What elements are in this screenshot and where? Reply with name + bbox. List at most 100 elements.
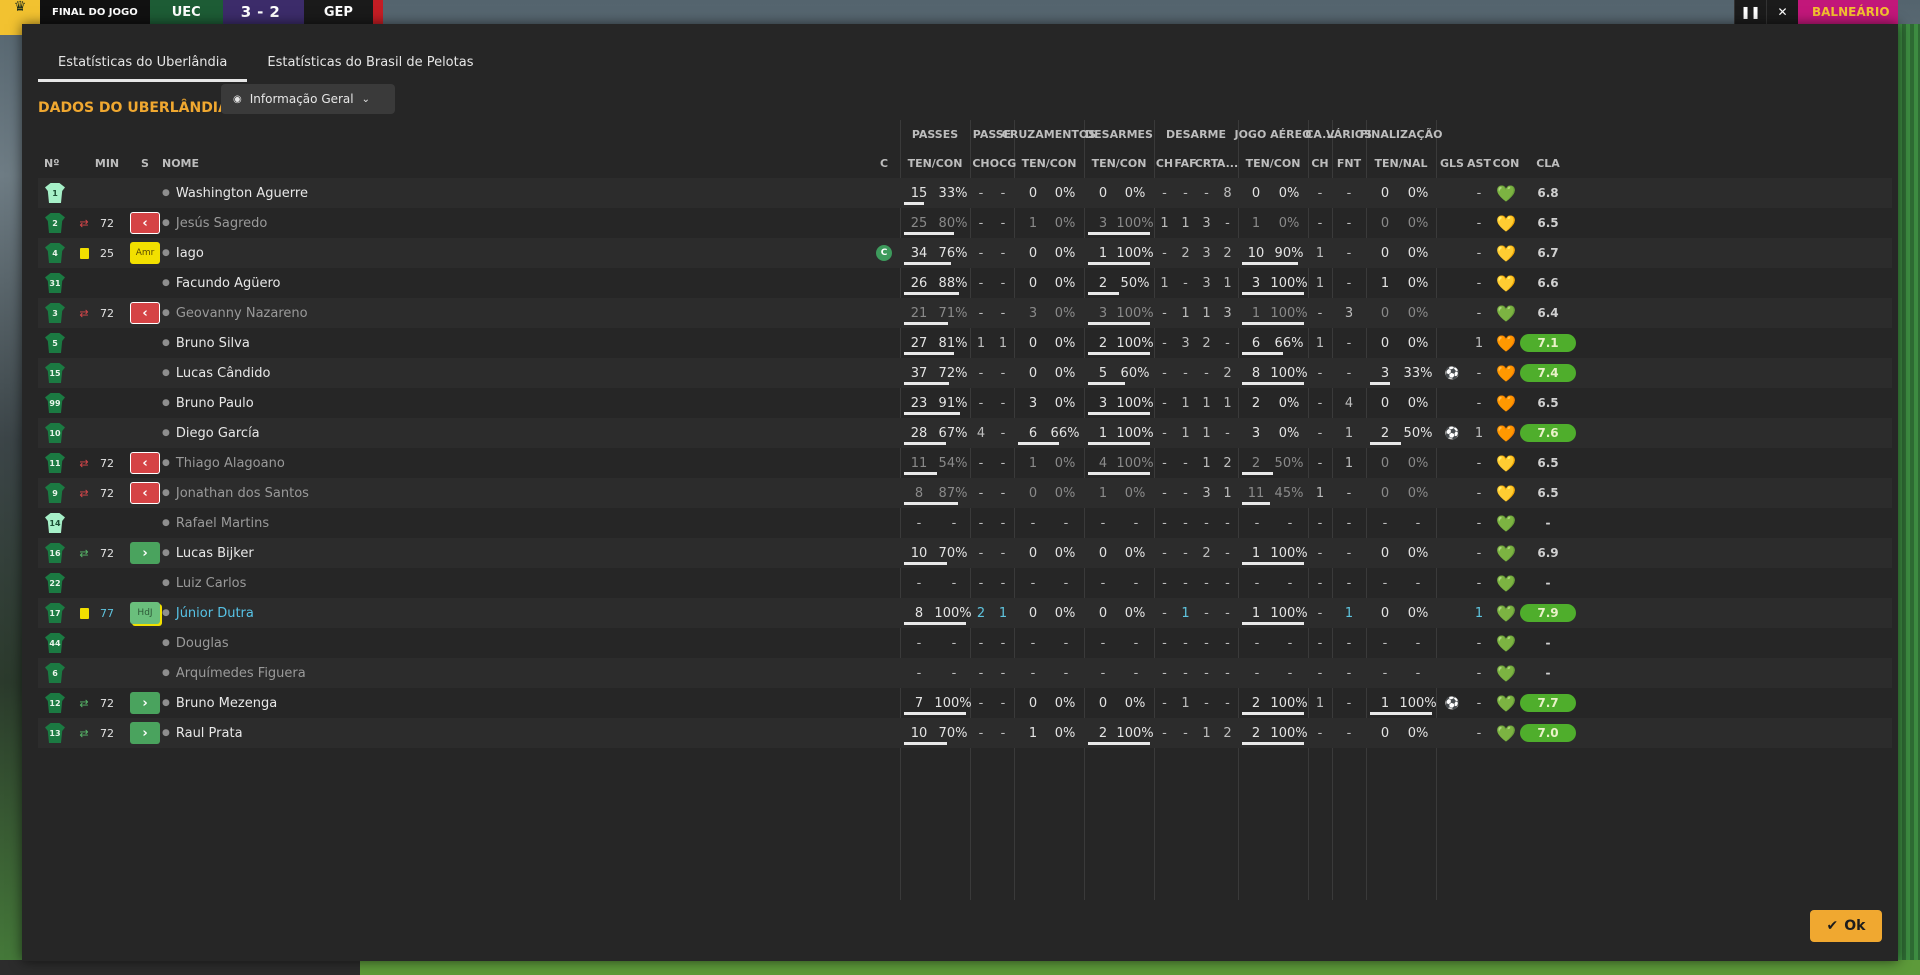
player-name[interactable]: Diego García xyxy=(176,426,260,441)
table-row[interactable]: 3 ⇄ 72 ‹ ● Geovanny Nazareno 21 71% - -3 0% 3 100% -1… xyxy=(38,298,1892,328)
player-name-cell[interactable]: ● Bruno Paulo xyxy=(162,388,502,418)
col-gls[interactable]: GLS xyxy=(1438,149,1466,178)
col-desarmes-tc[interactable]: TEN/CON xyxy=(1084,149,1154,178)
sub-on-badge[interactable]: › xyxy=(130,542,160,564)
table-row[interactable]: 17 77 HdJ ● Júnior Dutra 8 100% 2 1 0 0% 0 0% -1- -1 10… xyxy=(38,598,1892,628)
player-name[interactable]: Washington Aguerre xyxy=(176,186,308,201)
player-name-cell[interactable]: ● Douglas xyxy=(162,628,502,658)
close-icon[interactable]: ✕ xyxy=(1766,0,1798,24)
col-ca-ch[interactable]: CH xyxy=(1308,149,1332,178)
player-name-cell[interactable]: ● Thiago Alagoano xyxy=(162,448,502,478)
player-name-cell[interactable]: ● Jesús Sagredo xyxy=(162,208,502,238)
sub-off-badge[interactable]: ‹ xyxy=(130,212,160,234)
player-name[interactable]: Lucas Bijker xyxy=(176,546,254,561)
col-dm-crt[interactable]: CRT xyxy=(1195,149,1219,178)
player-name[interactable]: Douglas xyxy=(176,636,229,651)
table-row[interactable]: 44 ● Douglas - - - - - - - - - - - - - - - - - - - - 💚 - xyxy=(38,628,1892,658)
player-name[interactable]: Arquímedes Figuera xyxy=(176,666,306,681)
ok-button[interactable]: ✔ Ok xyxy=(1810,910,1882,942)
table-row[interactable]: 99 ● Bruno Paulo 23 91% - -3 0% 3 100% -1 1 1 2 0% -4 0 0… xyxy=(38,388,1892,418)
player-name[interactable]: Jesús Sagredo xyxy=(176,216,267,231)
sub-off-badge[interactable]: ‹ xyxy=(130,482,160,504)
empty-stat: - xyxy=(1346,665,1352,681)
status-badge-cell: ‹ xyxy=(130,478,160,508)
table-row[interactable]: 2 ⇄ 72 ‹ ● Jesús Sagredo 25 80% - -1 0% 3 100% 1 1 3-1 0… xyxy=(38,208,1892,238)
table-row[interactable]: 22 ● Luiz Carlos - - - - - - - - - - - - - - - - - - - - 💚 - xyxy=(38,568,1892,598)
table-row[interactable]: 10 ● Diego García 28 67% 4-6 66% 1 100% -1 1-3 0% -1… xyxy=(38,418,1892,448)
col-con[interactable]: CON xyxy=(1492,149,1520,178)
yellow-card-badge[interactable]: Amr xyxy=(130,242,160,264)
player-name-cell[interactable]: ● Lucas Cândido xyxy=(162,358,502,388)
player-of-match-badge[interactable]: HdJ xyxy=(130,602,160,624)
table-row[interactable]: 15 ● Lucas Cândido 37 72% - -0 0% 5 60% - - -2 8 100% -… xyxy=(38,358,1892,388)
col-dm-a[interactable]: A... xyxy=(1217,149,1238,178)
player-name[interactable]: Lucas Cândido xyxy=(176,366,271,381)
tab-home-stats[interactable]: Estatísticas do Uberlândia xyxy=(38,50,248,82)
player-name-cell[interactable]: ● Lucas Bijker xyxy=(162,538,502,568)
player-name-cell[interactable]: ● Diego García xyxy=(162,418,502,448)
table-row[interactable]: 12 ⇄ 72 › ● Bruno Mezenga 7 100% - -0 0% 0 0% -1- -2 10… xyxy=(38,688,1892,718)
col-ast[interactable]: AST xyxy=(1466,149,1492,178)
col-s[interactable]: S xyxy=(130,149,160,178)
player-name[interactable]: Jonathan dos Santos xyxy=(176,486,309,501)
col-c[interactable]: C xyxy=(874,149,894,178)
player-name-cell[interactable]: ● Facundo Agüero xyxy=(162,268,502,298)
col-passes-tc[interactable]: TEN/CON xyxy=(900,149,970,178)
col-aereo-tc[interactable]: TEN/CON xyxy=(1238,149,1308,178)
table-row[interactable]: 11 ⇄ 72 ‹ ● Thiago Alagoano 11 54% - -1 0% 4 100% - -1… xyxy=(38,448,1892,478)
player-name-cell[interactable]: ● Bruno Silva xyxy=(162,328,502,358)
player-name-cell[interactable]: ● Washington Aguerre xyxy=(162,178,502,208)
col-dm-faf[interactable]: FAF xyxy=(1174,149,1196,178)
player-name-cell[interactable]: ● Júnior Dutra xyxy=(162,598,502,628)
col-fnt[interactable]: FNT xyxy=(1332,149,1366,178)
sub-off-badge[interactable]: ‹ xyxy=(130,302,160,324)
player-name-cell[interactable]: ● Luiz Carlos xyxy=(162,568,502,598)
table-row[interactable]: 16 ⇄ 72 › ● Lucas Bijker 10 70% - -0 0% 0 0% - -2-1 100… xyxy=(38,538,1892,568)
player-name[interactable]: Júnior Dutra xyxy=(176,606,254,621)
player-name[interactable]: Facundo Agüero xyxy=(176,276,281,291)
col-cruz-tc[interactable]: TEN/CON xyxy=(1014,149,1084,178)
player-name[interactable]: Raul Prata xyxy=(176,726,243,741)
condition-heart-icon: 💛 xyxy=(1496,483,1516,503)
tab-away-stats[interactable]: Estatísticas do Brasil de Pelotas xyxy=(247,50,493,82)
table-row[interactable]: 6 ● Arquímedes Figuera - - - - - - - - - - - - - - - - - - - -… xyxy=(38,658,1892,688)
view-dropdown[interactable]: ◉ Informação Geral ⌄ xyxy=(221,84,395,114)
empty-stat: - xyxy=(1476,575,1482,591)
col-cla[interactable]: CLA xyxy=(1520,149,1576,178)
col-min[interactable]: MIN xyxy=(92,149,122,178)
player-name[interactable]: Bruno Paulo xyxy=(176,396,254,411)
player-name-cell[interactable]: ● Raul Prata xyxy=(162,718,502,748)
dressing-room-button[interactable]: BALNEÁRIO xyxy=(1798,0,1898,24)
col-passe-ocg[interactable]: OCG xyxy=(990,149,1016,178)
col-num[interactable]: Nº xyxy=(44,149,70,178)
col-dm-ch[interactable]: CH xyxy=(1154,149,1175,178)
player-name[interactable]: Geovanny Nazareno xyxy=(176,306,308,321)
table-row[interactable]: 4 25 Amr ● Iago C 34 76% - -0 0% 1 100% -2 3 2 10 90% 1-0 0… xyxy=(38,238,1892,268)
table-row[interactable]: 14 ● Rafael Martins - - - - - - - - - - - - - - - - - - - - 💚 - xyxy=(38,508,1892,538)
table-row[interactable]: 5 ● Bruno Silva 27 81% 1 1 0 0% 2 100% -3 2-6 66% 1-0 0… xyxy=(38,328,1892,358)
player-name[interactable]: Bruno Silva xyxy=(176,336,250,351)
player-name-cell[interactable]: ● Geovanny Nazareno xyxy=(162,298,502,328)
sub-off-badge[interactable]: ‹ xyxy=(130,452,160,474)
player-name[interactable]: Iago xyxy=(176,246,204,261)
player-name[interactable]: Bruno Mezenga xyxy=(176,696,277,711)
sub-on-badge[interactable]: › xyxy=(130,722,160,744)
col-passe-ch[interactable]: CH xyxy=(970,149,992,178)
player-name[interactable]: Rafael Martins xyxy=(176,516,269,531)
col-fin-tn[interactable]: TEN/NAL xyxy=(1366,149,1436,178)
player-name-cell[interactable]: ● Rafael Martins xyxy=(162,508,502,538)
player-name[interactable]: Luiz Carlos xyxy=(176,576,247,591)
player-name-cell[interactable]: ● Iago xyxy=(162,238,502,268)
sub-on-badge[interactable]: › xyxy=(130,692,160,714)
player-name[interactable]: Thiago Alagoano xyxy=(176,456,285,471)
table-row[interactable]: 31 ● Facundo Agüero 26 88% - -0 0% 2 50% 1-3 1 3 100%… xyxy=(38,268,1892,298)
player-name-cell[interactable]: ● Jonathan dos Santos xyxy=(162,478,502,508)
col-nome[interactable]: NOME xyxy=(162,149,222,178)
table-row[interactable]: 13 ⇄ 72 › ● Raul Prata 10 70% - -1 0% 2 100% - -1 2 2 100… xyxy=(38,718,1892,748)
pause-icon[interactable]: ❚❚ xyxy=(1734,0,1766,24)
table-row[interactable]: 1 ● Washington Aguerre 15 33% - -0 0% 0 0% - - -8 0 0%… xyxy=(38,178,1892,208)
assists: - xyxy=(1476,365,1482,381)
table-row[interactable]: 9 ⇄ 72 ‹ ● Jonathan dos Santos 8 87% - -0 0% 1 0% - -3… xyxy=(38,478,1892,508)
player-name-cell[interactable]: ● Arquímedes Figuera xyxy=(162,658,502,688)
player-name-cell[interactable]: ● Bruno Mezenga xyxy=(162,688,502,718)
